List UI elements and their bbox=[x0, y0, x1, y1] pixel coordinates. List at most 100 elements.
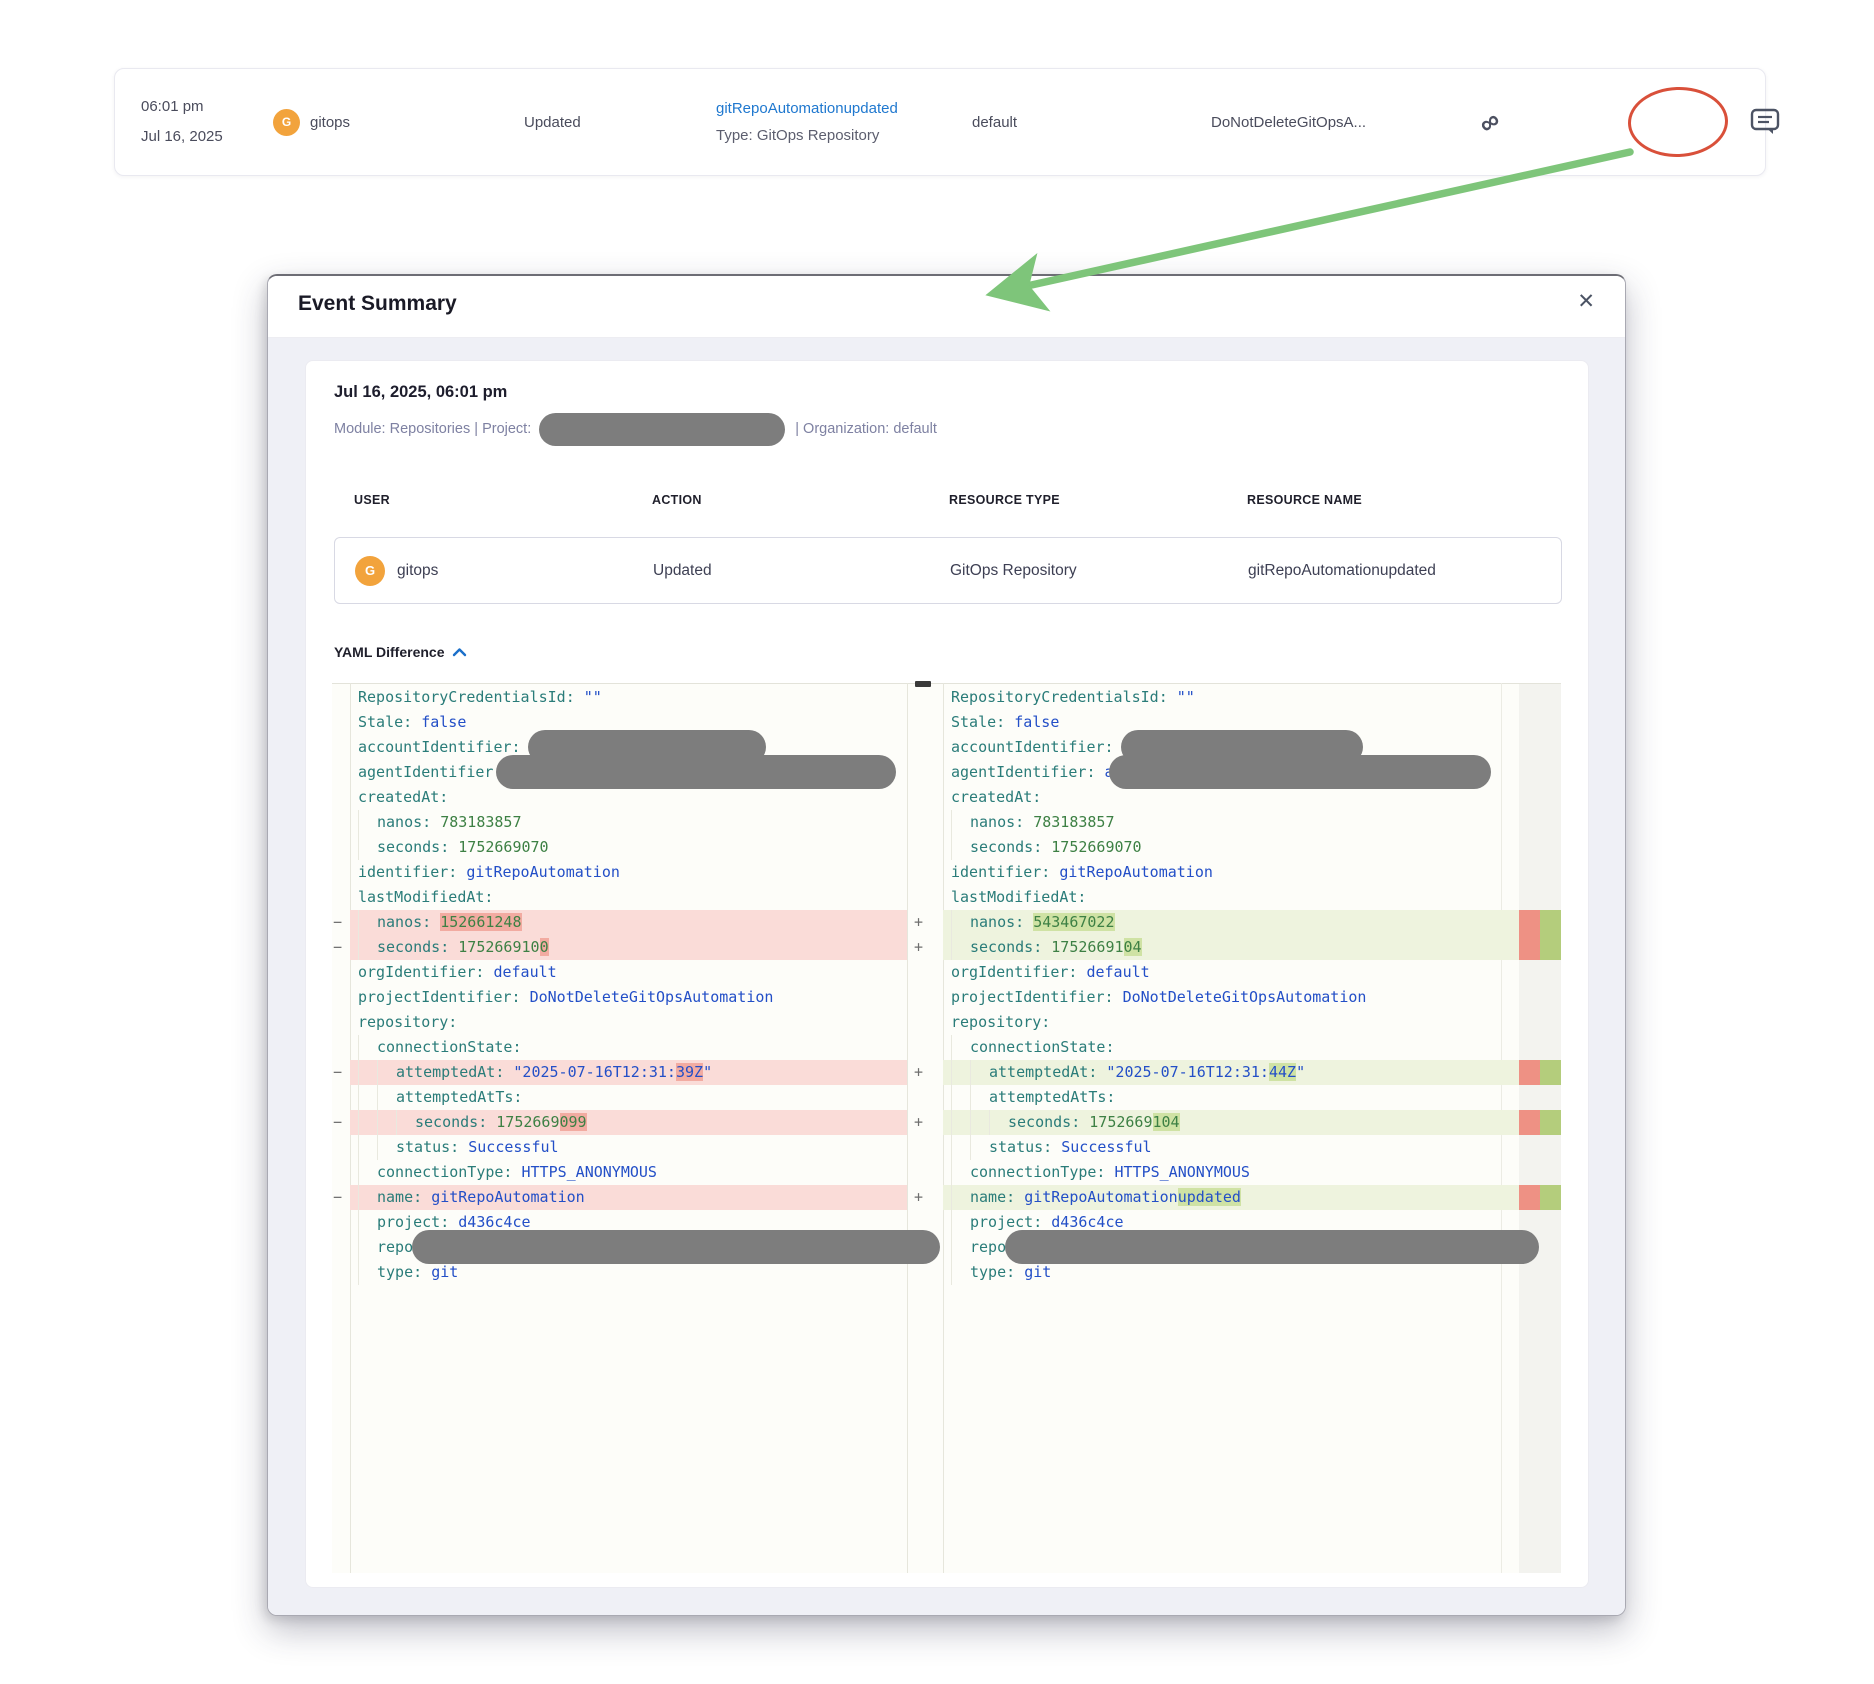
close-icon[interactable]: ✕ bbox=[1571, 288, 1601, 315]
row-resource-name: gitRepoAutomationupdated bbox=[1248, 538, 1436, 603]
audit-log-row[interactable]: 06:01 pm Jul 16, 2025 G gitops Updated g… bbox=[114, 68, 1766, 176]
diff-line: name: gitRepoAutomationupdated bbox=[943, 1185, 1519, 1210]
diff-line: repository: bbox=[943, 1010, 1519, 1035]
diff-row: attemptedAtTs: attemptedAtTs: bbox=[332, 1085, 1561, 1110]
row-action: Updated bbox=[653, 538, 712, 603]
avatar: G bbox=[355, 556, 385, 586]
column-header-user: USER bbox=[354, 493, 390, 507]
modal-body: Jul 16, 2025, 06:01 pm Module: Repositor… bbox=[268, 338, 1625, 1615]
diff-line: repository: bbox=[350, 1010, 907, 1035]
diff-line: lastModifiedAt: bbox=[350, 885, 907, 910]
table-row: G gitops Updated GitOps Repository gitRe… bbox=[334, 537, 1562, 604]
redaction-blob bbox=[412, 1230, 940, 1264]
diff-line: seconds: 1752669070 bbox=[943, 835, 1519, 860]
column-header-resource-name: RESOURCE NAME bbox=[1247, 493, 1362, 507]
redaction-blob bbox=[1005, 1230, 1539, 1264]
event-project: DoNotDeleteGitOpsA... bbox=[1211, 69, 1366, 175]
diff-line: attemptedAt: "2025-07-16T12:31:39Z" bbox=[350, 1060, 907, 1085]
diff-fold-marker[interactable] bbox=[915, 681, 931, 687]
resource-scope-button[interactable]: ∞ bbox=[1480, 69, 1499, 175]
diff-line: seconds: 1752669100 bbox=[350, 935, 907, 960]
diff-row: agentIdentifier: agentIdentifier: a bbox=[332, 760, 1561, 785]
diff-line: nanos: 152661248 bbox=[350, 910, 907, 935]
row-user: G gitops bbox=[355, 538, 438, 603]
diff-line: attemptedAt: "2025-07-16T12:31:44Z" bbox=[943, 1060, 1519, 1085]
diff-row: Stale: falseStale: false bbox=[332, 710, 1561, 735]
diff-line: status: Successful bbox=[943, 1135, 1519, 1160]
diff-line: attemptedAtTs: bbox=[943, 1085, 1519, 1110]
diff-line: identifier: gitRepoAutomation bbox=[350, 860, 907, 885]
diff-row: repository: repository: bbox=[332, 1010, 1561, 1035]
diff-row: −name: gitRepoAutomation+name: gitRepoAu… bbox=[332, 1185, 1561, 1210]
event-timestamp: Jul 16, 2025, 06:01 pm bbox=[334, 383, 507, 402]
meta-project-label: Project: bbox=[482, 421, 531, 437]
resource-type-text: Type: GitOps Repository bbox=[716, 122, 879, 149]
event-organization: default bbox=[972, 69, 1017, 175]
event-summary-button[interactable] bbox=[1745, 103, 1785, 142]
event-user: G gitops bbox=[273, 69, 350, 175]
yaml-diff-viewer: RepositoryCredentialsId: "" RepositoryCre… bbox=[332, 683, 1561, 1573]
diff-row: status: Successful status: Successful bbox=[332, 1135, 1561, 1160]
diff-row: nanos: 783183857 nanos: 783183857 bbox=[332, 810, 1561, 835]
resource-name-link[interactable]: gitRepoAutomationupdated bbox=[716, 95, 898, 122]
row-resource-type: GitOps Repository bbox=[950, 538, 1077, 603]
diff-row: orgIdentifier: defaultorgIdentifier: def… bbox=[332, 960, 1561, 985]
event-action: Updated bbox=[524, 69, 581, 175]
diff-row: createdAt: createdAt: bbox=[332, 785, 1561, 810]
diff-line: seconds: 1752669099 bbox=[350, 1110, 907, 1135]
diff-line: RepositoryCredentialsId: "" bbox=[350, 685, 907, 710]
diff-line: RepositoryCredentialsId: "" bbox=[943, 685, 1519, 710]
diff-line: createdAt: bbox=[350, 785, 907, 810]
diff-line: status: Successful bbox=[350, 1135, 907, 1160]
redaction-blob bbox=[539, 413, 785, 446]
diff-line: identifier: gitRepoAutomation bbox=[943, 860, 1519, 885]
diff-row: connectionType: HTTPS_ANONYMOUSconnectio… bbox=[332, 1160, 1561, 1185]
note-icon bbox=[1749, 107, 1781, 135]
diff-line: connectionState: bbox=[350, 1035, 907, 1060]
column-header-action: ACTION bbox=[652, 493, 702, 507]
redaction-blob bbox=[1109, 755, 1491, 789]
diff-row: repo:repo: bbox=[332, 1235, 1561, 1260]
diff-line: lastModifiedAt: bbox=[943, 885, 1519, 910]
diff-line: connectionType: HTTPS_ANONYMOUS bbox=[943, 1160, 1519, 1185]
avatar: G bbox=[273, 109, 300, 136]
yaml-difference-toggle[interactable]: YAML Difference bbox=[334, 644, 467, 660]
event-meta-line: Module: Repositories | Project:| Organiz… bbox=[334, 409, 937, 449]
diff-line: agentIdentifier: a bbox=[943, 760, 1519, 785]
diff-line: connectionState: bbox=[943, 1035, 1519, 1060]
yaml-difference-label: YAML Difference bbox=[334, 644, 444, 660]
redaction-blob bbox=[496, 755, 896, 789]
meta-organization: Organization: default bbox=[803, 421, 937, 437]
diff-line: repo: bbox=[350, 1235, 907, 1260]
diff-row: −attemptedAt: "2025-07-16T12:31:39Z"+att… bbox=[332, 1060, 1561, 1085]
diff-row: RepositoryCredentialsId: "" RepositoryCre… bbox=[332, 685, 1561, 710]
diff-row: −seconds: 1752669099+seconds: 1752669104 bbox=[332, 1110, 1561, 1135]
diff-row: connectionState: connectionState: bbox=[332, 1035, 1561, 1060]
diff-row: identifier: gitRepoAutomation identifier:… bbox=[332, 860, 1561, 885]
diff-row: type: gittype: git bbox=[332, 1260, 1561, 1285]
modal-title: Event Summary bbox=[298, 292, 457, 316]
user-name: gitops bbox=[310, 114, 350, 131]
diff-line: seconds: 1752669104 bbox=[943, 935, 1519, 960]
diff-row: lastModifiedAt: lastModifiedAt: bbox=[332, 885, 1561, 910]
modal-header: Event Summary ✕ bbox=[268, 276, 1625, 338]
diff-line: attemptedAtTs: bbox=[350, 1085, 907, 1110]
diff-row: −seconds: 1752669100+seconds: 1752669104 bbox=[332, 935, 1561, 960]
diff-line: createdAt: bbox=[943, 785, 1519, 810]
screenshot-stage: 06:01 pm Jul 16, 2025 G gitops Updated g… bbox=[0, 0, 1874, 1684]
meta-module: Module: Repositories bbox=[334, 421, 470, 437]
diff-line: orgIdentifier: default bbox=[350, 960, 907, 985]
diff-line: agentIdentifier: bbox=[350, 760, 907, 785]
event-time-date: Jul 16, 2025 bbox=[141, 122, 223, 152]
diff-line: nanos: 783183857 bbox=[943, 810, 1519, 835]
diff-row: seconds: 1752669070seconds: 1752669070 bbox=[332, 835, 1561, 860]
diff-line: nanos: 783183857 bbox=[350, 810, 907, 835]
diff-line: type: git bbox=[350, 1260, 907, 1285]
event-time: 06:01 pm Jul 16, 2025 bbox=[141, 69, 223, 175]
diff-line: name: gitRepoAutomation bbox=[350, 1185, 907, 1210]
yaml-diff-rows: RepositoryCredentialsId: "" RepositoryCre… bbox=[332, 685, 1561, 1285]
diff-line: projectIdentifier: DoNotDeleteGitOpsAuto… bbox=[943, 985, 1519, 1010]
column-header-resource-type: RESOURCE TYPE bbox=[949, 493, 1060, 507]
diff-line: projectIdentifier: DoNotDeleteGitOpsAuto… bbox=[350, 985, 907, 1010]
event-detail-card: Jul 16, 2025, 06:01 pm Module: Repositor… bbox=[305, 360, 1589, 1588]
